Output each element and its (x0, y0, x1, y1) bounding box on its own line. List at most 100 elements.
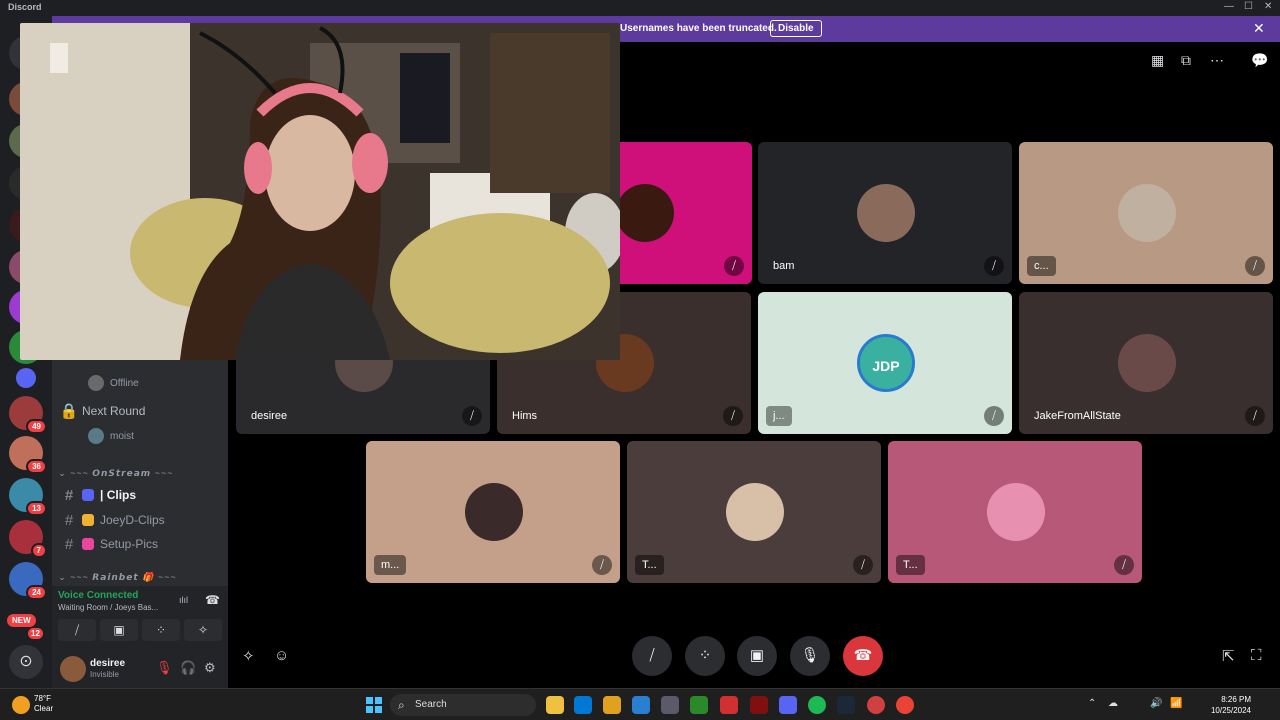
avatar (88, 428, 104, 444)
taskbar-app-icon[interactable] (867, 696, 885, 714)
voice-status[interactable]: Voice Connected (58, 590, 138, 601)
avatar (1118, 184, 1176, 242)
unread-badge: 24 (26, 585, 47, 600)
headset-icon[interactable]: 🎧 (180, 660, 196, 676)
grid-layout-icon[interactable]: ▦ (1151, 52, 1164, 69)
popout-icon[interactable]: ⧉ (1181, 52, 1191, 69)
taskbar-clock[interactable]: 8:26 PM 10/25/2024 (1207, 694, 1251, 716)
mic-icon[interactable]: 🎙 (156, 660, 173, 676)
spotify-icon[interactable] (808, 696, 826, 714)
category-rainbet[interactable]: ⌄ ~~~ 𝙍𝙖𝙞𝙣𝙗𝙚𝙩 🎁 ~~~ (58, 572, 177, 583)
unread-badge: 49 (26, 419, 47, 434)
screen-share-button[interactable]: ▣ (737, 636, 777, 676)
server-icon[interactable]: 36 (9, 436, 47, 474)
channel-label: Setup-Pics (100, 537, 159, 551)
emoji-icon[interactable]: ☺ (274, 647, 289, 664)
server-icon[interactable]: 49 (9, 396, 47, 434)
server-icon[interactable]: 13 (9, 478, 47, 516)
server-icon[interactable]: 24 (9, 562, 47, 600)
signal-icon[interactable]: ılıl (179, 595, 188, 605)
participant-tile[interactable]: c... ⧸ (1019, 142, 1273, 284)
muted-icon: ⧸ (1245, 406, 1265, 426)
muted-icon: ⧸ (853, 555, 873, 575)
soundboard-icon[interactable]: ✧ (242, 647, 255, 665)
taskbar-app-icon[interactable] (750, 696, 768, 714)
participant-tile[interactable]: JakeFromAllState ⧸ (1019, 292, 1273, 434)
soundboard-button[interactable]: ✧ (184, 619, 222, 641)
weather-icon[interactable] (12, 696, 30, 714)
participant-tile[interactable]: m... ⧸ (366, 441, 620, 583)
mute-toggle-button[interactable]: 🎙 (790, 636, 830, 676)
participant-tile[interactable]: T... ⧸ (627, 441, 881, 583)
wifi-icon[interactable]: 📶 (1170, 698, 1182, 709)
channel-clips[interactable]: # | Clips (56, 483, 226, 507)
participant-name: c... (1027, 256, 1056, 276)
muted-icon: ⧸ (592, 555, 612, 575)
steam-icon[interactable] (837, 696, 855, 714)
taskbar-app-icon[interactable] (546, 696, 564, 714)
avatar (465, 483, 523, 541)
voice-room[interactable]: Waiting Room / Joeys Bas... (58, 603, 158, 612)
category-onstream[interactable]: ⌄ ~~~ 𝙊𝙣𝙎𝙩𝙧𝙚𝙖𝙢 ~~~ (58, 468, 173, 479)
chrome-icon[interactable] (896, 696, 914, 714)
chat-icon[interactable]: 💬 (1251, 52, 1268, 69)
search-icon: ⌕ (398, 698, 405, 712)
user-name[interactable]: desiree (90, 658, 125, 669)
volume-icon[interactable]: 🔊 (1150, 698, 1162, 709)
close-window-button[interactable]: ✕ (1264, 1, 1272, 12)
participant-name: j... (766, 406, 792, 426)
windows-start-icon[interactable] (366, 697, 382, 713)
screen-share-button[interactable]: ▣ (100, 619, 138, 641)
activities-button[interactable]: ⁘ (142, 619, 180, 641)
taskbar-app-icon[interactable] (720, 696, 738, 714)
webcam-stream[interactable] (20, 23, 620, 360)
disconnect-icon[interactable]: ☎ (205, 593, 220, 607)
cloud-icon[interactable]: ☁ (1108, 698, 1118, 709)
end-call-button[interactable]: ☎ (843, 636, 883, 676)
camera-toggle-button[interactable]: ⧸ (632, 636, 672, 676)
discord-icon[interactable] (779, 696, 797, 714)
settings-icon[interactable]: ⚙ (204, 660, 216, 676)
file-explorer-icon[interactable] (603, 696, 621, 714)
avatar (88, 375, 104, 391)
avatar (987, 483, 1045, 541)
unread-badge: 7 (30, 543, 47, 558)
weather-widget[interactable]: 78°F Clear (34, 694, 53, 714)
participant-tile[interactable]: JDP j... ⧸ (758, 292, 1012, 434)
locked-voice-channel[interactable]: 🔒 Next Round (56, 399, 226, 423)
voice-user[interactable]: moist (88, 428, 134, 444)
clock-date: 10/25/2024 (1210, 706, 1251, 715)
channel-joeyd-clips[interactable]: # JoeyD-Clips (56, 508, 226, 532)
voice-user-name: moist (110, 430, 134, 442)
taskbar-search[interactable]: ⌕ Search (390, 694, 536, 716)
muted-icon: ⧸ (723, 406, 743, 426)
avatar: JDP (857, 334, 915, 392)
edge-icon[interactable] (632, 696, 650, 714)
user-status: Invisible (90, 670, 119, 679)
participant-tile[interactable]: T... ⧸ (888, 441, 1142, 583)
voice-connected-panel: Voice Connected Waiting Room / Joeys Bas… (52, 586, 228, 650)
store-icon[interactable] (661, 696, 679, 714)
server-icon[interactable]: 7 (9, 520, 47, 558)
muted-icon: ⧸ (1114, 555, 1134, 575)
fullscreen-icon[interactable]: ⛶ (1251, 647, 1262, 664)
popout-icon[interactable]: ⇱ (1222, 647, 1235, 665)
voice-user[interactable]: Offline (88, 375, 139, 391)
activities-button[interactable]: ⁘ (685, 636, 725, 676)
disable-button[interactable]: Disable (770, 20, 822, 37)
tray-chevron-icon[interactable]: ⌃ (1088, 698, 1096, 709)
maximize-button[interactable]: ☐ (1244, 1, 1253, 12)
new-badge[interactable]: NEW (7, 614, 36, 627)
close-icon[interactable]: ✕ (1253, 20, 1265, 37)
discover-icon[interactable]: ⊙ (9, 645, 43, 679)
folder-icon[interactable] (16, 368, 36, 388)
channel-setup-pics[interactable]: # Setup-Pics (56, 532, 226, 556)
camera-off-button[interactable]: ⧸ (58, 619, 96, 641)
more-icon[interactable]: ⋯ (1210, 52, 1224, 69)
minimize-button[interactable]: — (1224, 1, 1234, 12)
new-badge-count: 12 (28, 628, 43, 639)
taskbar-app-icon[interactable] (574, 696, 592, 714)
avatar[interactable] (60, 656, 86, 682)
participant-tile[interactable]: bam ⧸ (758, 142, 1012, 284)
xbox-icon[interactable] (690, 696, 708, 714)
